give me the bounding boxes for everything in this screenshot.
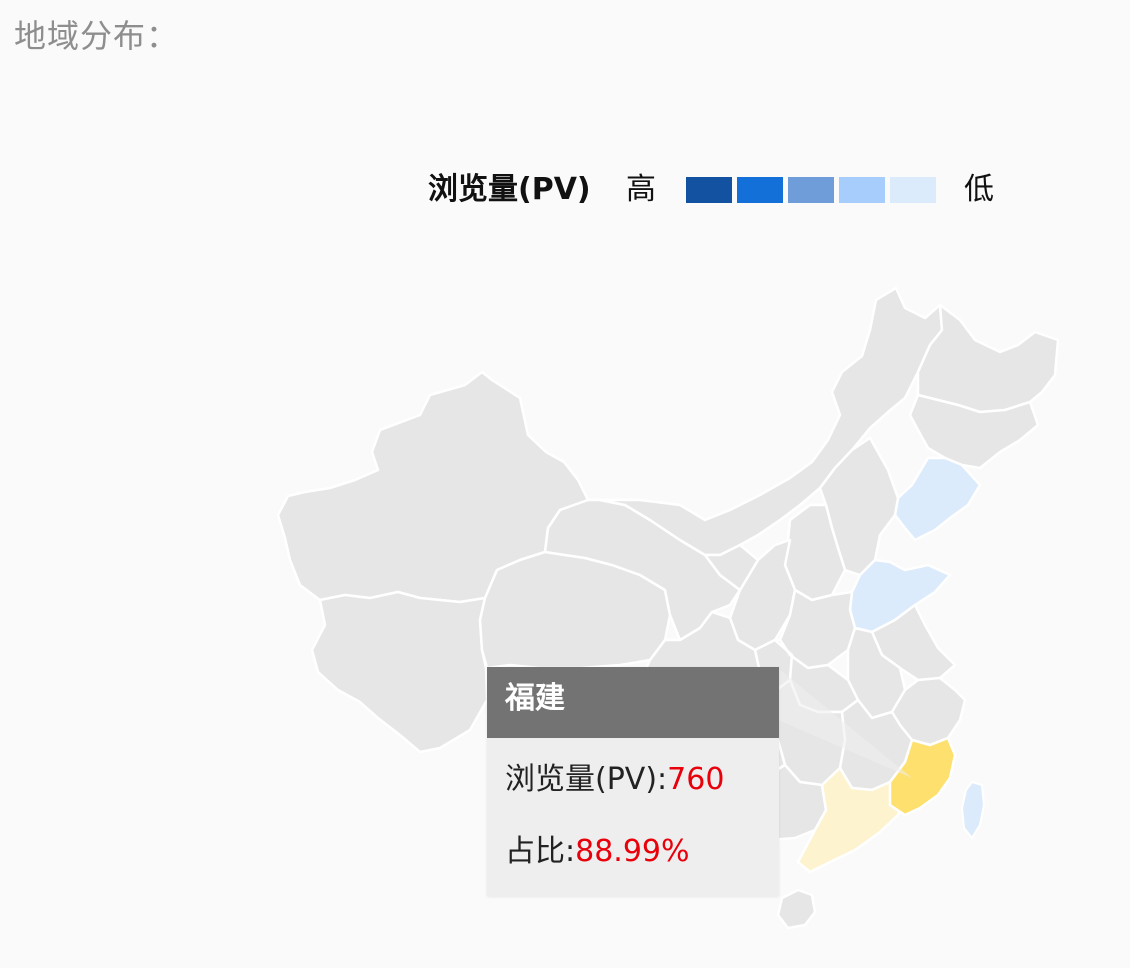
region-tooltip: 福建 浏览量(PV):760 占比:88.99% [487, 667, 779, 896]
tooltip-ratio-label: 占比: [505, 834, 576, 869]
region-tibet[interactable] [310, 590, 489, 754]
tooltip-ratio-row: 占比:88.99% [487, 832, 779, 896]
region-liaoning[interactable] [893, 456, 982, 542]
tooltip-pv-row: 浏览量(PV):760 [487, 760, 779, 800]
region-hainan[interactable] [776, 888, 817, 930]
tooltip-ratio-value: 88.99% [575, 834, 690, 869]
tooltip-pv-value: 760 [667, 762, 725, 797]
tooltip-title: 福建 [487, 667, 779, 738]
region-taiwan[interactable] [960, 780, 986, 840]
tooltip-pv-label: 浏览量(PV): [505, 762, 668, 797]
